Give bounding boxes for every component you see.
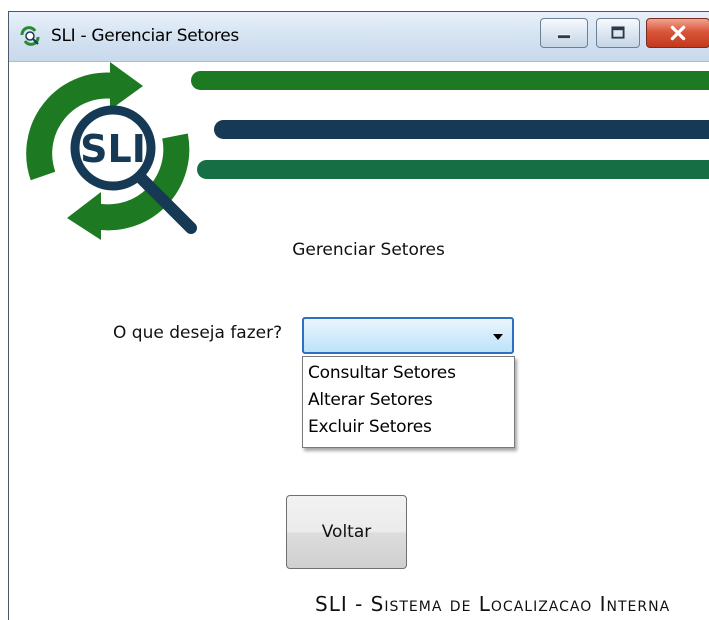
minimize-button[interactable] (540, 18, 588, 48)
action-select[interactable] (302, 317, 514, 354)
maximize-icon (611, 26, 625, 39)
page-title: Gerenciar Setores (292, 240, 445, 260)
back-button[interactable]: Voltar (286, 495, 407, 569)
action-question-label: O que deseja fazer? (113, 323, 283, 343)
dropdown-option-alterar[interactable]: Alterar Setores (303, 387, 514, 414)
maximize-button[interactable] (596, 18, 640, 48)
dropdown-option-excluir[interactable]: Excluir Setores (303, 414, 514, 441)
window-title: SLI - Gerenciar Setores (51, 26, 239, 46)
app-window: SLI - Gerenciar Setores SLI Gerenciar Se… (8, 11, 709, 620)
close-icon (670, 25, 686, 41)
sli-app-icon (20, 26, 40, 46)
dropdown-option-consultar[interactable]: Consultar Setores (303, 360, 514, 387)
close-button[interactable] (646, 18, 709, 48)
action-dropdown-list: Consultar Setores Alterar Setores Exclui… (302, 356, 515, 448)
logo-text: SLI (80, 127, 146, 171)
chevron-down-icon[interactable] (493, 334, 503, 340)
minimize-icon (557, 34, 571, 39)
header-stripe-navy (214, 120, 709, 139)
footer-system-name: SLI - Sistema de Localizacao Interna (315, 592, 671, 616)
sli-logo: SLI (26, 62, 197, 240)
header-stripe-green (191, 71, 709, 90)
title-bar[interactable]: SLI - Gerenciar Setores (9, 12, 709, 62)
header-stripe-teal (197, 160, 709, 179)
